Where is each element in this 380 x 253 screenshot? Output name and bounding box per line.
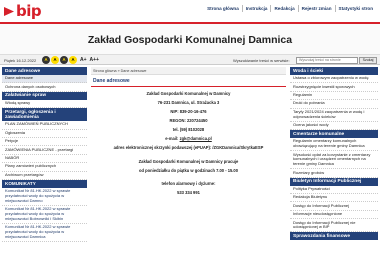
section-header-cases: Załatwianie spraw <box>2 91 87 100</box>
section-header-address: Dane adresowe <box>2 67 87 75</box>
sidebar-item-regulations[interactable]: Regulamin <box>290 92 378 101</box>
sidebar-item-grave-sizes[interactable]: Rozmiary grobów <box>290 169 378 178</box>
breadcrumb: Strona główna»Dane adresowe <box>91 67 286 75</box>
nav-statistics[interactable]: Statystyki stron <box>334 5 376 12</box>
sidebar-item-procurement-plan[interactable]: PLAN ZAMÓWIEŃ PUBLICZNYCH <box>2 121 87 130</box>
sidebar-item-disputes[interactable]: Rozstrzygnięcie kwestii sporowych <box>290 83 378 92</box>
sidebar-item-unpublished-info[interactable]: Informacje nieudostępnione <box>290 211 378 220</box>
search-input[interactable] <box>296 56 358 64</box>
font-largest-button[interactable]: A++ <box>90 57 99 63</box>
sidebar-item-procurement-plans[interactable]: Plany zamówień publicznych <box>2 163 87 172</box>
bip-logo[interactable]: bip <box>4 2 42 20</box>
breadcrumb-current: Dane adresowe <box>120 68 147 73</box>
nav-changelog[interactable]: Rejestr zmian <box>297 5 335 12</box>
sidebar-item-water-act[interactable]: Ustawa o zbiorowym zaopatrzeniu w wodę <box>290 75 378 84</box>
sidebar-item-forms[interactable]: Druki do pobrania <box>290 100 378 109</box>
bip-flag-icon <box>4 5 16 17</box>
logo-text: bip <box>16 2 42 20</box>
accessibility-toolbar: Piątek 16.12.2022 A A A A A+ A++ Wyszuki… <box>0 55 380 65</box>
sidebar-item-tender-archive[interactable]: Archiwum przetargów <box>2 172 87 180</box>
right-sidebar: Woda i ścieki Ustawa o zbiorowym zaopatr… <box>290 67 378 253</box>
notice-item[interactable]: Komunikat Nr 81.HK.2022 w sprawie przyda… <box>2 188 87 206</box>
contrast-alt-button[interactable]: A <box>69 56 77 64</box>
contrast-controls: A A A A A+ A++ <box>42 56 99 64</box>
sidebar-item-cases[interactable]: Wiodą sprawy <box>2 100 87 109</box>
page-title: Zakład Gospodarki Komunalnej Damnica <box>87 34 293 46</box>
sidebar-item-address[interactable]: Dane adresowe <box>2 75 87 84</box>
sidebar-item-public-info-access[interactable]: Dostęp do Informacji Publicznej <box>290 202 378 211</box>
top-bar: bip Strona główna Instrukcja Redakcja Re… <box>0 0 380 22</box>
font-larger-button[interactable]: A+ <box>80 57 87 63</box>
main-content: Strona główna»Dane adresowe Dane adresow… <box>91 67 286 253</box>
sidebar-item-public-tenders[interactable]: ZAMÓWIENIA PUBLICZNE - przetargi <box>2 146 87 155</box>
nav-home[interactable]: Strona główna <box>204 5 242 12</box>
search-label: Wyszukiwanie treści w serwisie: <box>233 58 290 63</box>
sidebar-item-tariffs[interactable]: Taryfy 2021/2024 zaopatrzenia w wodę i o… <box>290 109 378 122</box>
contrast-black-button[interactable]: A <box>60 56 68 64</box>
section-header-bip: Biuletyn Informacji Publicznej <box>290 177 378 186</box>
current-date: Piątek 16.12.2022 <box>4 58 37 63</box>
nav-editorial[interactable]: Redakcja <box>270 5 297 12</box>
left-sidebar: Dane adresowe Dane adresowe Ochrona dany… <box>2 67 87 253</box>
search-button[interactable]: Szukaj <box>359 56 377 64</box>
nav-instructions[interactable]: Instrukcja <box>241 5 271 12</box>
sidebar-item-bip-editorial[interactable]: Redakcja Biuletynu <box>290 194 378 203</box>
org-epuap: adres elektronicznej skrzynki podawczej … <box>113 145 264 150</box>
content-title: Dane adresowe <box>91 75 286 87</box>
sidebar-item-info-not-in-bip[interactable]: Dostęp do Informacji Publicznej nie udos… <box>290 219 378 233</box>
sidebar-item-data-protection[interactable]: Ochrona danych osobowych <box>2 83 87 92</box>
emergency-phone: 533 334 991 <box>177 190 200 195</box>
sidebar-item-water-quality[interactable]: Ocena jakości wody <box>290 122 378 131</box>
section-header-cemeteries: Cmentarze komunalne <box>290 130 378 139</box>
sidebar-item-announcements[interactable]: Ogłoszenia <box>2 130 87 138</box>
contrast-yellow-button[interactable]: A <box>51 56 59 64</box>
notice-item[interactable]: Komunikat Nr 81.HK.2022 w sprawie przyda… <box>2 206 87 224</box>
section-header-notices: KOMUNIKATY <box>2 179 87 188</box>
contrast-default-button[interactable]: A <box>42 56 50 64</box>
sidebar-item-petitions[interactable]: Petycje <box>2 138 87 147</box>
address-block: Zakład Gospodarki Komunalnej w Damnicy 7… <box>91 87 286 195</box>
email-link[interactable]: zgk@damnica.pl <box>180 136 212 141</box>
sidebar-item-privacy-policy[interactable]: Polityka Prywatności <box>290 186 378 195</box>
sidebar-item-recruitment[interactable]: NABÓR <box>2 155 87 164</box>
sidebar-item-cemetery-fees[interactable]: Wysokość opłat za korzystanie z cmentarz… <box>290 151 378 170</box>
section-header-tenders: Przetargi, ogłoszenia i zawiadomienia <box>2 108 87 122</box>
section-header-water: Woda i ścieki <box>290 67 378 75</box>
notice-item[interactable]: Komunikat Nr 81.HK.2022 w sprawie przyda… <box>2 224 87 242</box>
section-header-financial-reports: Sprawozdania finansowe <box>290 232 378 241</box>
breadcrumb-separator-icon: » <box>117 68 120 73</box>
top-nav: Strona główna Instrukcja Redakcja Rejest… <box>204 5 376 12</box>
sidebar-item-cemetery-rules[interactable]: Regulamin cmentarzy komunalnych obowiązu… <box>290 138 378 152</box>
banner: Zakład Gospodarki Komunalnej Damnica <box>0 24 380 55</box>
email-label: e-mail: <box>165 136 180 141</box>
breadcrumb-home-link[interactable]: Strona główna <box>93 69 117 73</box>
